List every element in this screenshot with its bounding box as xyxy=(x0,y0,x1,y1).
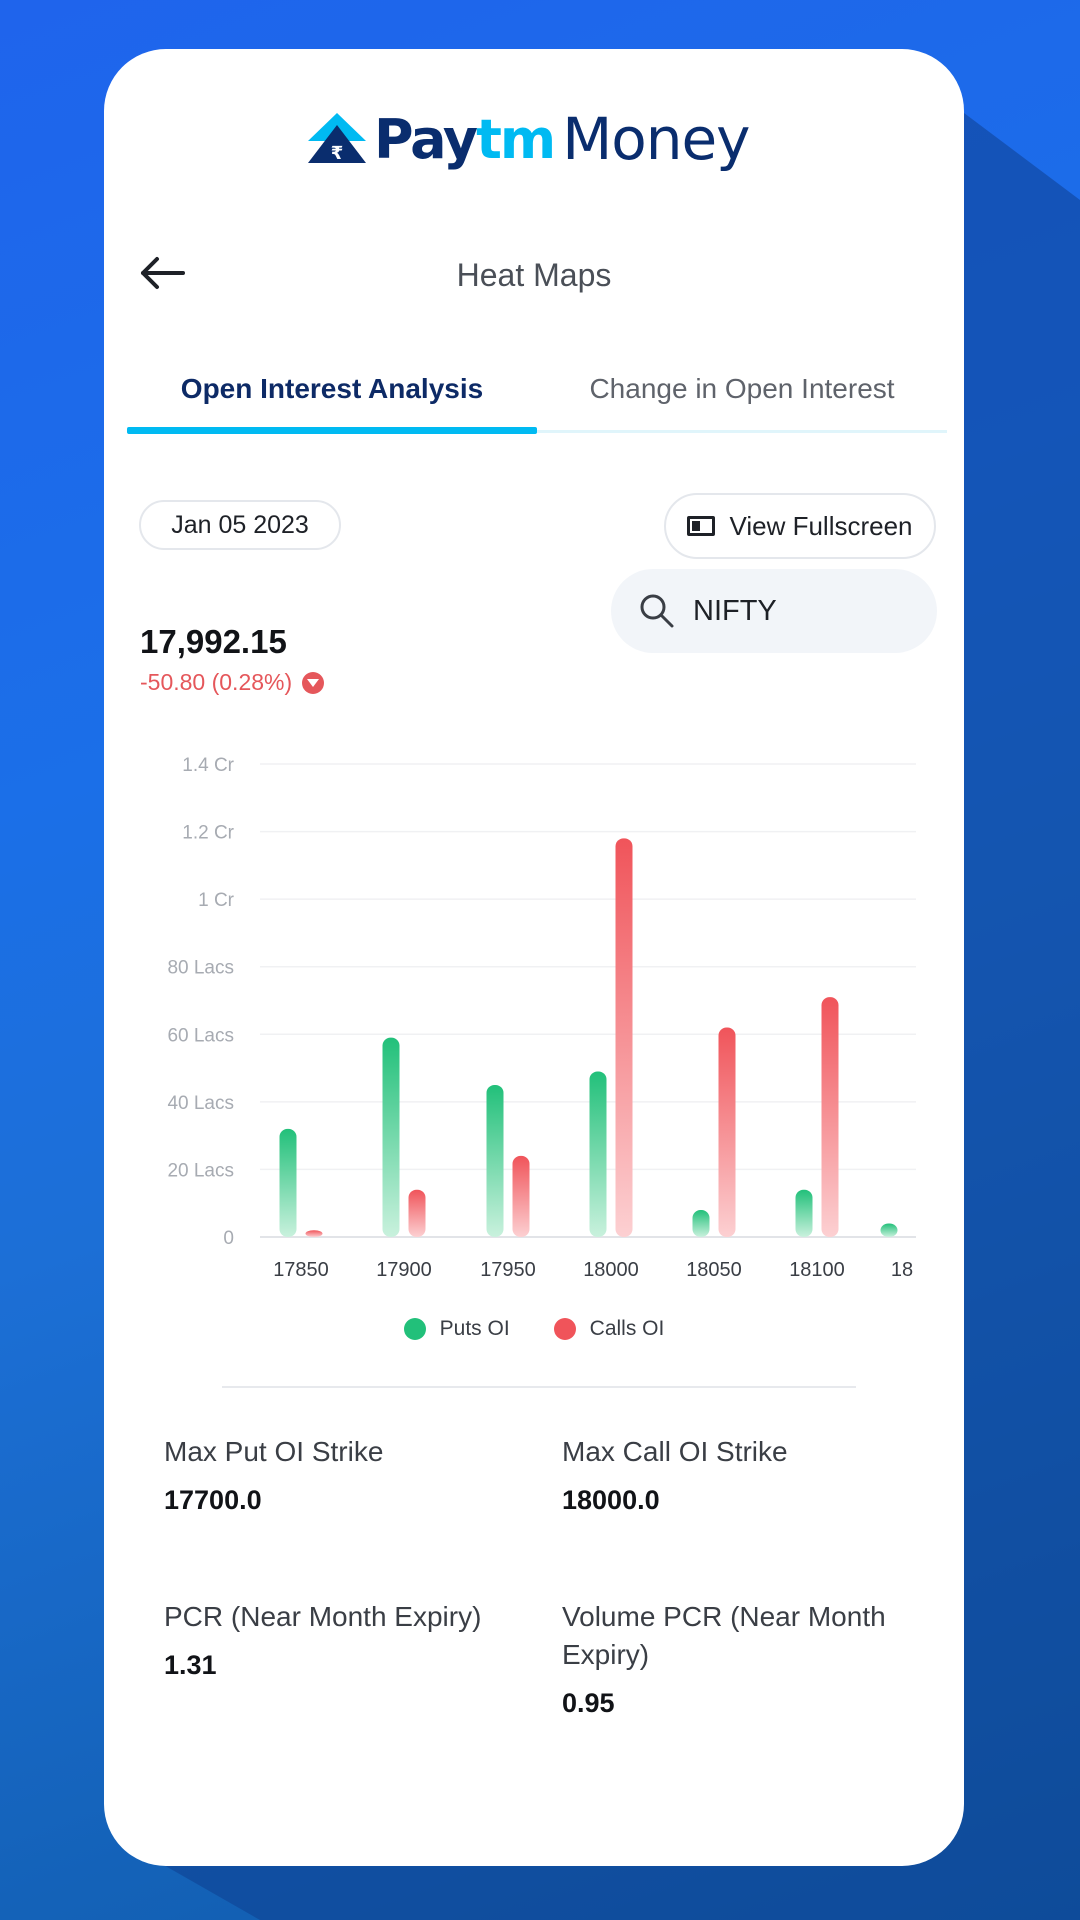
legend-label-puts: Puts OI xyxy=(439,1317,510,1340)
x-tick-label: 18100 xyxy=(789,1259,845,1281)
stat-max-put-oi-strike: Max Put OI Strike 17700.0 xyxy=(164,1433,544,1516)
stat-value: 17700.0 xyxy=(164,1485,262,1515)
stat-max-call-oi-strike: Max Call OI Strike 18000.0 xyxy=(562,1433,942,1516)
symbol-search-input[interactable]: NIFTY xyxy=(611,569,937,653)
bar-calls-oi[interactable] xyxy=(512,1155,530,1237)
legend-label-calls: Calls OI xyxy=(589,1317,665,1340)
bar-puts-oi[interactable] xyxy=(795,1189,813,1237)
fullscreen-icon xyxy=(687,516,716,536)
legend-dot-calls xyxy=(553,1318,576,1340)
search-value: NIFTY xyxy=(693,594,777,627)
stat-value: 0.95 xyxy=(562,1688,615,1718)
bar-calls-oi[interactable] xyxy=(821,997,839,1237)
stat-pcr-near-month: PCR (Near Month Expiry) 1.31 xyxy=(164,1598,544,1681)
svg-text:₹: ₹ xyxy=(331,143,344,164)
view-fullscreen-button[interactable]: View Fullscreen xyxy=(664,493,936,559)
price-change: -50.80 (0.28%) xyxy=(140,669,325,696)
app-card: ₹ Paytm Money Heat Maps Open Interest An… xyxy=(104,49,964,1866)
bar-calls-oi[interactable] xyxy=(615,838,633,1237)
stat-value: 18000.0 xyxy=(562,1485,660,1515)
y-tick-label: 20 Lacs xyxy=(167,1160,234,1181)
bar-puts-oi[interactable] xyxy=(880,1223,898,1237)
search-icon xyxy=(640,594,674,628)
date-selector[interactable]: Jan 05 2023 xyxy=(139,500,341,550)
x-tick-label: 18000 xyxy=(583,1259,639,1281)
stat-label: PCR (Near Month Expiry) xyxy=(164,1601,482,1632)
y-tick-label: 1.2 Cr xyxy=(182,823,234,844)
legend-item-puts: Puts OI xyxy=(403,1317,510,1341)
x-tick-label: 17950 xyxy=(480,1259,536,1281)
x-tick-label: 17850 xyxy=(273,1259,329,1281)
tab-change-in-open-interest[interactable]: Change in Open Interest xyxy=(537,349,947,429)
index-price: 17,992.15 xyxy=(140,623,287,660)
brand-logo: ₹ Paytm Money xyxy=(306,79,751,199)
x-tick-label: 18050 xyxy=(686,1259,742,1281)
y-tick-label: 1 Cr xyxy=(198,890,235,911)
y-tick-label: 60 Lacs xyxy=(167,1025,234,1046)
bar-puts-oi[interactable] xyxy=(382,1037,400,1237)
stat-value: 1.31 xyxy=(164,1650,217,1680)
y-tick-label: 80 Lacs xyxy=(167,958,234,979)
bar-puts-oi[interactable] xyxy=(486,1084,504,1237)
bar-puts-oi[interactable] xyxy=(692,1209,710,1237)
x-tick-label: 18 xyxy=(891,1259,913,1281)
stat-label: Max Put OI Strike xyxy=(164,1436,384,1467)
chart-legend: Puts OI Calls OI xyxy=(104,1317,964,1341)
paytm-logo-icon: ₹ xyxy=(308,113,366,164)
bar-calls-oi[interactable] xyxy=(408,1189,426,1237)
y-tick-label: 0 xyxy=(223,1228,234,1249)
down-triangle-icon xyxy=(302,671,325,694)
logo-money-text: Money xyxy=(562,105,750,173)
oi-bar-chart: 0 20 Lacs 40 Lacs 60 Lacs 80 Lacs 1 Cr 1.2 Cr 1… xyxy=(167,755,916,1281)
y-tick-label: 1.4 Cr xyxy=(182,755,234,776)
active-tab-indicator xyxy=(127,427,537,434)
bar-calls-oi[interactable] xyxy=(305,1230,323,1237)
section-divider xyxy=(222,1386,856,1388)
bar-puts-oi[interactable] xyxy=(589,1071,607,1237)
stat-label: Max Call OI Strike xyxy=(562,1436,788,1467)
view-fullscreen-label: View Fullscreen xyxy=(729,510,913,541)
stat-volume-pcr-near-month: Volume PCR (Near Month Expiry) 0.95 xyxy=(562,1598,942,1719)
page-title: Heat Maps xyxy=(456,257,612,293)
tab-open-interest-analysis[interactable]: Open Interest Analysis xyxy=(127,349,537,429)
stat-label: Volume PCR (Near Month Expiry) xyxy=(562,1601,886,1670)
logo-text: Paytm xyxy=(374,107,556,171)
tab-bar: Open Interest Analysis Change in Open In… xyxy=(127,349,947,435)
legend-dot-puts xyxy=(403,1318,426,1340)
x-tick-label: 17900 xyxy=(376,1259,432,1281)
bar-calls-oi[interactable] xyxy=(718,1027,736,1237)
legend-item-calls: Calls OI xyxy=(553,1317,665,1341)
y-tick-label: 40 Lacs xyxy=(167,1093,234,1114)
price-change-text: -50.80 (0.28%) xyxy=(140,669,293,695)
bar-puts-oi[interactable] xyxy=(279,1128,297,1237)
